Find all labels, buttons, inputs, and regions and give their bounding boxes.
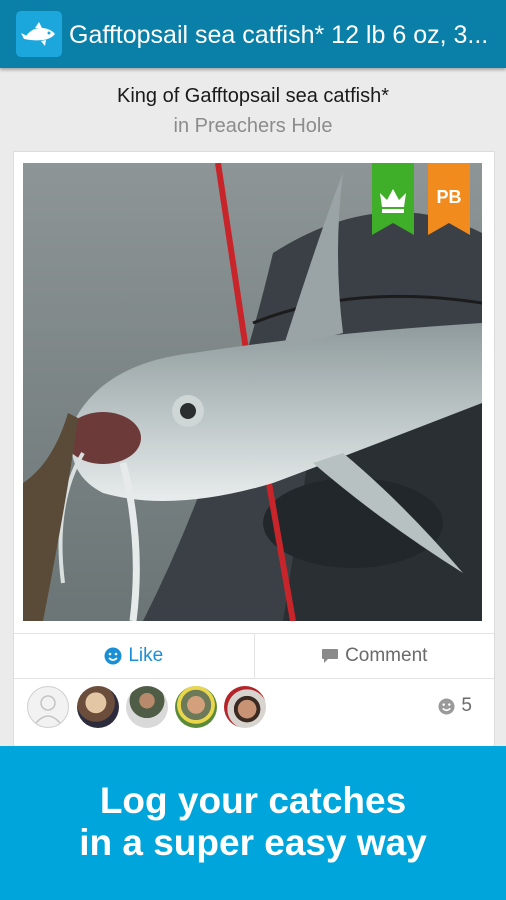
person-icon [35,695,61,724]
king-crown-badge [372,163,414,235]
avatar[interactable] [77,686,119,728]
promo-banner: Log your catches in a super easy way [0,746,506,900]
avatar-placeholder[interactable] [27,686,69,728]
banner-line-2: in a super easy way [79,822,427,863]
comment-button[interactable]: Comment [255,634,495,678]
banner-line-1: Log your catches [99,780,407,821]
page-title: King of Gafftopsail sea catfish* [116,85,389,107]
avatar[interactable] [175,686,217,728]
app-bar-title: Gafftopsail sea catfish* 12 lb 6 oz, 3..… [69,21,489,49]
catch-card: PB Like Comment 5 [13,151,495,753]
catch-photo[interactable]: PB [23,163,482,621]
likes-count: 5 [438,695,472,717]
fish-logo-icon[interactable] [16,11,62,57]
location-subtitle[interactable]: in Preachers Hole [0,114,506,138]
comment-label: Comment [345,645,428,666]
like-button[interactable]: Like [14,634,255,678]
like-label: Like [128,645,164,666]
likers-row: 5 [14,678,494,734]
avatar[interactable] [126,686,168,728]
pb-badge: PB [428,163,470,235]
avatar[interactable] [224,686,266,728]
app-bar: Gafftopsail sea catfish* 12 lb 6 oz, 3..… [0,0,506,68]
smiley-icon [438,697,455,715]
likes-count-value: 5 [461,695,472,716]
action-bar: Like Comment [14,633,494,679]
pb-badge-label: PB [436,187,462,207]
comment-bubble-icon [322,648,339,663]
smiley-icon [104,647,122,665]
